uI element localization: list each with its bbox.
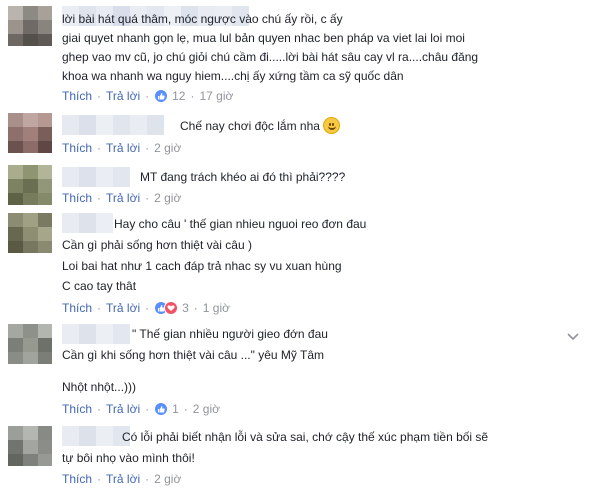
reply-link[interactable]: Trả lời <box>106 472 140 486</box>
comment-line: Có lỗi phải biết nhận lỗi và sửa sai, ch… <box>122 430 489 444</box>
smile-emoji-icon <box>322 117 340 134</box>
comment-line: Cần gì khi sống hơn thiệt vài câu ..." y… <box>62 348 325 362</box>
author-name[interactable] <box>62 115 164 135</box>
comment-line: Nhột nhột...))) <box>62 380 137 394</box>
reactions[interactable]: 3 <box>154 301 189 315</box>
comment-text: MT đang trách khéo ai đó thì phải???? <box>140 170 346 184</box>
timestamp[interactable]: 17 giờ <box>199 89 233 103</box>
separator: · <box>97 89 102 103</box>
like-icon <box>154 402 169 416</box>
reaction-count: 3 <box>182 301 189 315</box>
timestamp[interactable]: 2 giờ <box>154 141 181 155</box>
comment-text-content: Chế nay chơi độc lắm nha <box>180 119 320 133</box>
comment-actions: Thích · Trả lời · 2 giờ <box>62 141 181 155</box>
reply-link[interactable]: Trả lời <box>106 141 140 155</box>
like-link[interactable]: Thích <box>62 301 92 315</box>
reply-link[interactable]: Trả lời <box>106 89 140 103</box>
comment-line: Cần gì phải sống hơn thiệt vài câu ) <box>62 238 252 252</box>
comment-line: Hay cho câu ' thế gian nhieu nguoi reo đ… <box>114 217 367 231</box>
reactions[interactable]: 12 <box>154 89 185 103</box>
like-link[interactable]: Thích <box>62 89 92 103</box>
comment-actions: Thích · Trả lời · 12 · 17 giờ <box>62 89 233 103</box>
separator: · <box>145 472 150 486</box>
comment-text: Chế nay chơi độc lắm nha <box>180 117 340 136</box>
reactions[interactable]: 1 <box>154 402 179 416</box>
like-icon <box>154 89 169 103</box>
comment-line: C cao tay thât <box>62 279 137 293</box>
avatar[interactable] <box>8 165 52 205</box>
author-name[interactable] <box>62 426 130 446</box>
reply-link[interactable]: Trả lời <box>106 301 140 315</box>
avatar[interactable] <box>8 213 52 253</box>
avatar[interactable] <box>8 6 52 46</box>
separator: · <box>190 89 195 103</box>
reaction-count: 12 <box>172 89 186 103</box>
separator: · <box>145 141 150 155</box>
comment-line: Loi bai hat như 1 cach đáp trả nhac sy v… <box>62 259 342 273</box>
like-link[interactable]: Thích <box>62 191 92 205</box>
reply-link[interactable]: Trả lời <box>106 191 140 205</box>
avatar[interactable] <box>8 426 52 466</box>
timestamp[interactable]: 2 giờ <box>154 472 181 486</box>
avatar[interactable] <box>8 113 52 153</box>
like-link[interactable]: Thích <box>62 141 92 155</box>
comment-actions: Thích · Trả lời · 1 · 2 giờ <box>62 402 220 416</box>
chevron-down-icon[interactable] <box>566 332 580 342</box>
separator: · <box>97 141 102 155</box>
author-name[interactable] <box>62 167 130 187</box>
comment-actions: Thích · Trả lời · 2 giờ <box>62 472 181 486</box>
separator: · <box>145 89 150 103</box>
timestamp[interactable]: 2 giờ <box>193 402 220 416</box>
author-name[interactable] <box>62 324 130 344</box>
love-icon <box>164 301 179 315</box>
separator: · <box>145 191 150 205</box>
separator: · <box>145 402 150 416</box>
separator: · <box>97 472 102 486</box>
reply-link[interactable]: Trả lời <box>106 402 140 416</box>
separator: · <box>97 301 102 315</box>
separator: · <box>183 402 188 416</box>
reaction-count: 1 <box>172 402 179 416</box>
comment-actions: Thích · Trả lời · 3 · 1 giờ <box>62 301 230 315</box>
author-name[interactable] <box>62 213 113 233</box>
timestamp[interactable]: 2 giờ <box>154 191 181 205</box>
timestamp[interactable]: 1 giờ <box>203 301 230 315</box>
separator: · <box>193 301 198 315</box>
comment-line: tự bôi nhọ vào mình thôi! <box>62 451 195 465</box>
comment-text: lời bài hát quá thâm, móc ngược vào chú … <box>62 12 479 83</box>
separator: · <box>97 191 102 205</box>
comment-line: " Thế gian nhiều người gieo đớn đau <box>132 327 328 341</box>
separator: · <box>97 402 102 416</box>
like-link[interactable]: Thích <box>62 402 92 416</box>
avatar[interactable] <box>8 324 52 364</box>
comment-actions: Thích · Trả lời · 2 giờ <box>62 191 181 205</box>
separator: · <box>145 301 150 315</box>
like-link[interactable]: Thích <box>62 472 92 486</box>
